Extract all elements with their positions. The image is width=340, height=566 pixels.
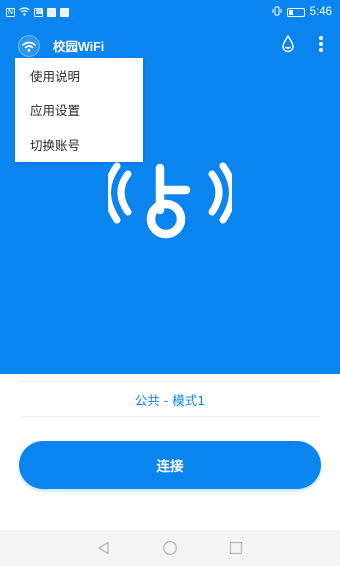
overflow-menu: 使用说明 应用设置 切换账号 <box>15 58 143 162</box>
status-right: 5:46 <box>272 6 332 19</box>
wifi-key-logo-icon <box>104 160 236 244</box>
connect-button[interactable]: 连接 <box>19 441 321 489</box>
nfc-status-icon: N <box>6 7 15 17</box>
vibrate-icon <box>272 6 282 19</box>
menu-item-settings[interactable]: 应用设置 <box>15 93 143 128</box>
wifi-logo-icon[interactable] <box>18 35 40 57</box>
navigation-bar <box>0 530 340 566</box>
recents-square-icon[interactable] <box>229 541 243 555</box>
battery-icon <box>286 7 305 17</box>
more-dot <box>319 48 323 52</box>
home-circle-icon[interactable] <box>162 540 178 556</box>
menu-item-instructions[interactable]: 使用说明 <box>15 58 143 93</box>
mode-selector[interactable]: 公共 - 模式1 <box>20 381 320 417</box>
wifi-status-icon <box>19 6 30 19</box>
mode-label: 公共 - 模式1 <box>134 392 206 408</box>
more-dot <box>319 36 323 40</box>
back-triangle-icon[interactable] <box>97 541 111 555</box>
status-left-icons: N ☎ <box>6 6 69 19</box>
more-dot <box>319 42 323 46</box>
menu-item-switch-account[interactable]: 切换账号 <box>15 127 143 162</box>
more-vertical-icon[interactable] <box>314 33 328 55</box>
water-drop-icon[interactable] <box>281 34 295 53</box>
battery-level <box>288 9 293 15</box>
photo-status-icon <box>47 7 56 17</box>
status-time: 5:46 <box>309 6 332 18</box>
app-title: 校园WiFi <box>53 40 105 54</box>
app-status-icon <box>60 7 69 17</box>
call-status-icon: ☎ <box>34 7 44 17</box>
status-bar: N ☎ 5:46 <box>0 0 340 24</box>
